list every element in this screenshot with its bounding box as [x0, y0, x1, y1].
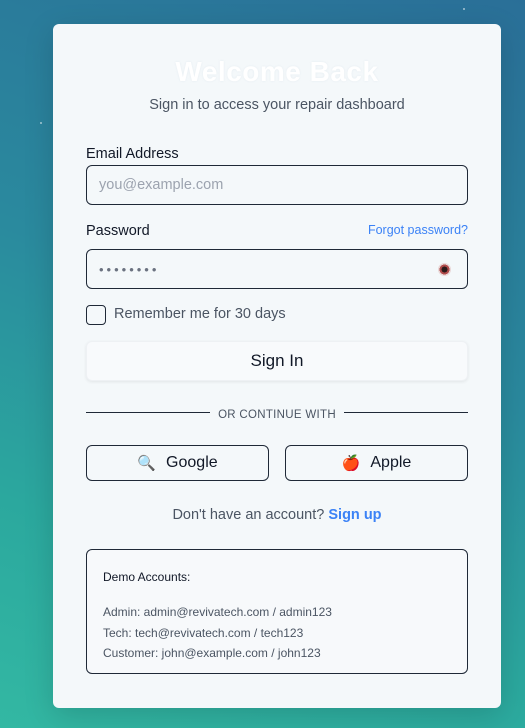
magnifier-icon: 🔍: [137, 455, 157, 472]
eye-icon[interactable]: [438, 263, 451, 276]
password-field[interactable]: ••••••••: [86, 249, 468, 289]
forgot-password-link[interactable]: Forgot password?: [368, 223, 468, 237]
login-card: Welcome Back Sign in to access your repa…: [53, 24, 501, 708]
apple-button-label: Apple: [370, 454, 412, 471]
google-button-label: Google: [166, 454, 218, 471]
background-star: [40, 122, 42, 124]
password-label: Password: [86, 223, 150, 239]
divider-text: OR CONTINUE WITH: [210, 409, 344, 421]
email-placeholder: you@example.com: [99, 177, 224, 193]
email-label: Email Address: [86, 146, 179, 162]
page-subtitle: Sign in to access your repair dashboard: [149, 97, 405, 113]
remember-me-label[interactable]: Remember me for 30 days: [114, 306, 286, 322]
password-value: ••••••••: [99, 261, 160, 277]
demo-accounts-box: Demo Accounts: Admin: admin@revivatech.c…: [86, 549, 468, 674]
no-account-text: Don't have an account?: [172, 507, 325, 523]
sign-up-link[interactable]: Sign up: [328, 507, 381, 523]
apple-button[interactable]: 🍎 Apple: [285, 445, 468, 481]
background-star: [463, 8, 465, 10]
apple-icon: 🍎: [341, 455, 361, 472]
page-title: Welcome Back: [175, 56, 379, 87]
demo-accounts-title: Demo Accounts:: [103, 570, 191, 584]
sign-in-button[interactable]: Sign In: [86, 341, 468, 381]
demo-account-line: Tech: tech@revivatech.com / tech123: [103, 625, 304, 640]
demo-account-line: Customer: john@example.com / john123: [103, 646, 321, 660]
signup-prompt: Don't have an account? Sign up: [53, 507, 501, 523]
google-button[interactable]: 🔍 Google: [86, 445, 269, 481]
remember-me-checkbox[interactable]: [86, 305, 106, 325]
demo-account-line: Admin: admin@revivatech.com / admin123: [103, 605, 332, 619]
email-field[interactable]: you@example.com: [86, 165, 468, 205]
